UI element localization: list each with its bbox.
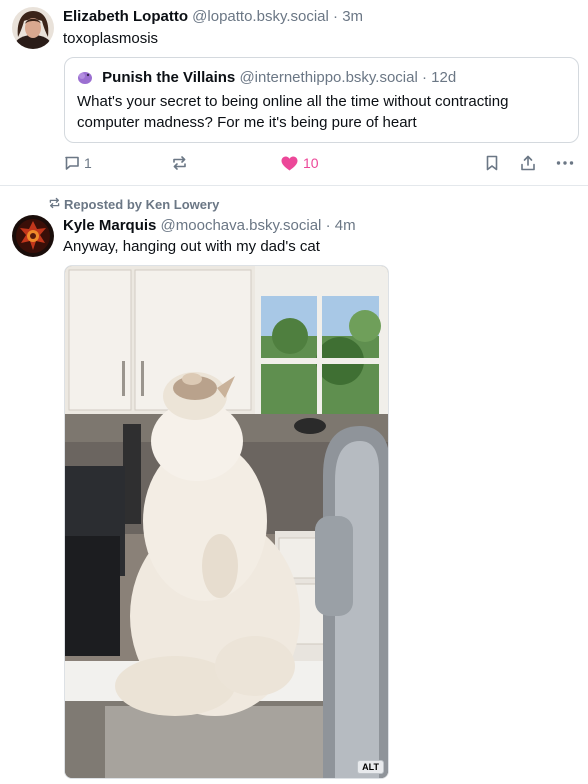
post-actions: 1 10 [0, 152, 588, 174]
like-count: 10 [303, 155, 319, 171]
share-icon [520, 155, 536, 171]
heart-icon [281, 156, 298, 171]
post-header: Kyle Marquis @moochava.bsky.social · 4m [63, 217, 356, 235]
quoted-post[interactable]: Punish the Villains @internethippo.bsky.… [64, 57, 579, 143]
quoted-post-header: Punish the Villains @internethippo.bsky.… [77, 69, 456, 87]
quoted-avatar [77, 69, 93, 85]
post-text: toxoplasmosis [63, 30, 159, 47]
post-header: Elizabeth Lopatto @lopatto.bsky.social ·… [63, 8, 363, 26]
post-text: Anyway, hanging out with my dad's cat [63, 238, 320, 255]
post-timestamp[interactable]: 3m [342, 8, 363, 25]
like-button[interactable]: 10 [281, 152, 319, 174]
repost-indicator[interactable]: Reposted by Ken Lowery [48, 197, 219, 212]
repost-label: Reposted by Ken Lowery [64, 197, 220, 212]
speech-bubble-icon [64, 155, 80, 171]
repost-arrows-icon [48, 197, 64, 212]
post-timestamp[interactable]: 4m [335, 217, 356, 234]
separator-dot: · [325, 217, 331, 234]
author-name[interactable]: Elizabeth Lopatto [63, 8, 188, 25]
quoted-post-text: What's your secret to being online all t… [77, 93, 509, 131]
repost-arrows-icon [171, 155, 188, 171]
feed-post[interactable]: Elizabeth Lopatto @lopatto.bsky.social ·… [0, 0, 588, 186]
separator-dot: · [421, 69, 427, 86]
avatar[interactable] [12, 7, 54, 49]
separator-dot: · [333, 8, 339, 25]
repost-button[interactable] [171, 152, 188, 174]
reply-button[interactable]: 1 [64, 152, 92, 174]
quoted-post-timestamp[interactable]: 12d [431, 69, 456, 86]
cat-photo [65, 266, 388, 778]
share-button[interactable] [520, 152, 536, 174]
more-options-button[interactable] [556, 152, 574, 174]
author-handle[interactable]: @moochava.bsky.social [161, 217, 322, 234]
bookmark-icon [485, 155, 499, 171]
quoted-author-name[interactable]: Punish the Villains [102, 69, 235, 86]
alt-text-badge[interactable]: ALT [357, 760, 384, 774]
quoted-author-handle[interactable]: @internethippo.bsky.social [239, 69, 417, 86]
reply-count: 1 [84, 155, 92, 171]
post-image[interactable]: ALT [64, 265, 389, 779]
bookmark-button[interactable] [485, 152, 499, 174]
avatar[interactable] [12, 215, 54, 257]
author-name[interactable]: Kyle Marquis [63, 217, 156, 234]
author-handle[interactable]: @lopatto.bsky.social [192, 8, 329, 25]
ellipsis-icon [556, 160, 574, 166]
